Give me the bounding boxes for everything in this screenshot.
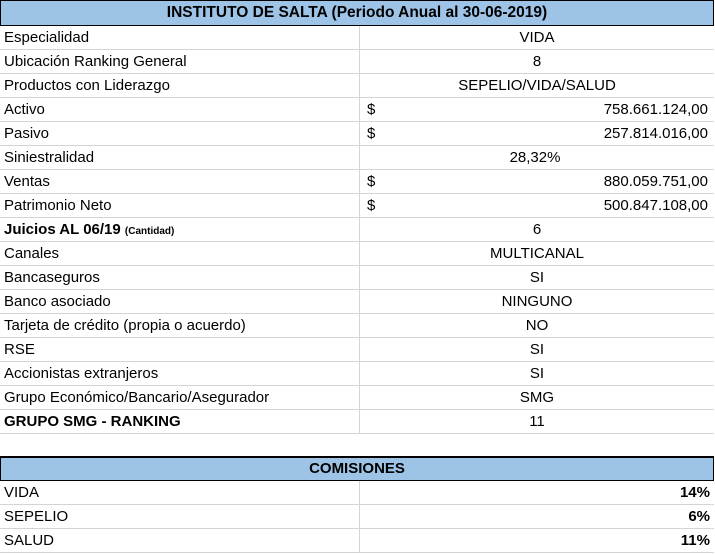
row-especialidad: Especialidad VIDA (0, 26, 714, 50)
row-label: GRUPO SMG - RANKING (4, 413, 181, 430)
row-amount: 500.847.108,00 (603, 197, 708, 214)
row-canales: Canales MULTICANAL (0, 242, 714, 266)
spacer-row (0, 434, 714, 457)
row-value: 11 (529, 413, 545, 430)
row-label: Siniestralidad (4, 149, 95, 166)
row-productos-liderazgo: Productos con Liderazgo SEPELIO/VIDA/SAL… (0, 74, 714, 98)
row-value: SI (529, 341, 545, 358)
comision-value: 6% (688, 508, 710, 525)
row-grupo-economico: Grupo Económico/Bancario/Asegurador SMG (0, 386, 714, 410)
row-value: 28,32% (509, 149, 561, 166)
comision-row-vida: VIDA 14% (0, 481, 714, 505)
row-accionistas-extranjeros: Accionistas extranjeros SI (0, 362, 714, 386)
spreadsheet: INSTITUTO DE SALTA (Periodo Anual al 30-… (0, 0, 714, 553)
comision-value: 11% (680, 532, 710, 549)
row-bancaseguros: Bancaseguros SI (0, 266, 714, 290)
currency-symbol: $ (367, 125, 376, 142)
row-tarjeta-credito: Tarjeta de crédito (propia o acuerdo) NO (0, 314, 714, 338)
row-label: Activo (4, 101, 45, 118)
row-label: Productos con Liderazgo (4, 77, 170, 94)
row-ventas: Ventas $ 880.059.751,00 (0, 170, 714, 194)
row-label: Ubicación Ranking General (4, 53, 187, 70)
comisiones-header: COMISIONES (0, 457, 714, 481)
row-label: Accionistas extranjeros (4, 365, 159, 382)
row-label: RSE (4, 341, 35, 358)
currency-symbol: $ (367, 101, 376, 118)
comision-row-salud: SALUD 11% (0, 529, 714, 553)
row-value: VIDA (519, 29, 555, 46)
currency-symbol: $ (367, 173, 376, 190)
row-label: Ventas (4, 173, 50, 190)
comision-value: 14% (679, 484, 710, 501)
row-ranking-general: Ubicación Ranking General 8 (0, 50, 714, 74)
row-label: Pasivo (4, 125, 50, 142)
row-value: SMG (519, 389, 555, 406)
row-value: 8 (532, 53, 542, 70)
comision-label: SALUD (4, 532, 55, 549)
sheet-title: INSTITUTO DE SALTA (Periodo Anual al 30-… (0, 0, 714, 26)
row-value: SEPELIO/VIDA/SALUD (458, 77, 616, 94)
currency-symbol: $ (367, 197, 376, 214)
row-label: Juicios AL 06/19 (Cantidad) (4, 221, 175, 238)
row-label: Bancaseguros (4, 269, 100, 286)
row-label: Patrimonio Neto (4, 197, 112, 214)
row-value: MULTICANAL (490, 245, 584, 262)
row-rse: RSE SI (0, 338, 714, 362)
row-value: SI (529, 365, 545, 382)
row-patrimonio-neto: Patrimonio Neto $ 500.847.108,00 (0, 194, 714, 218)
row-activo: Activo $ 758.661.124,00 (0, 98, 714, 122)
row-pasivo: Pasivo $ 257.814.016,00 (0, 122, 714, 146)
row-amount: 880.059.751,00 (603, 173, 708, 190)
row-label: Canales (4, 245, 60, 262)
row-amount: 257.814.016,00 (603, 125, 708, 142)
row-value: SI (529, 269, 545, 286)
row-label-suffix: (Cantidad) (124, 226, 175, 237)
row-value: NINGUNO (501, 293, 573, 310)
row-juicios: Juicios AL 06/19 (Cantidad) 6 (0, 218, 714, 242)
row-siniestralidad: Siniestralidad 28,32% (0, 146, 714, 170)
row-value: NO (525, 317, 549, 334)
comision-label: SEPELIO (4, 508, 69, 525)
row-amount: 758.661.124,00 (603, 101, 708, 118)
row-value: 6 (532, 221, 542, 238)
row-banco-asociado: Banco asociado NINGUNO (0, 290, 714, 314)
row-label: Especialidad (4, 29, 90, 46)
row-label: Grupo Económico/Bancario/Asegurador (4, 389, 270, 406)
row-grupo-smg-ranking: GRUPO SMG - RANKING 11 (0, 410, 714, 434)
row-label: Banco asociado (4, 293, 111, 310)
row-label: Tarjeta de crédito (propia o acuerdo) (4, 317, 246, 334)
comision-row-sepelio: SEPELIO 6% (0, 505, 714, 529)
comision-label: VIDA (4, 484, 40, 501)
